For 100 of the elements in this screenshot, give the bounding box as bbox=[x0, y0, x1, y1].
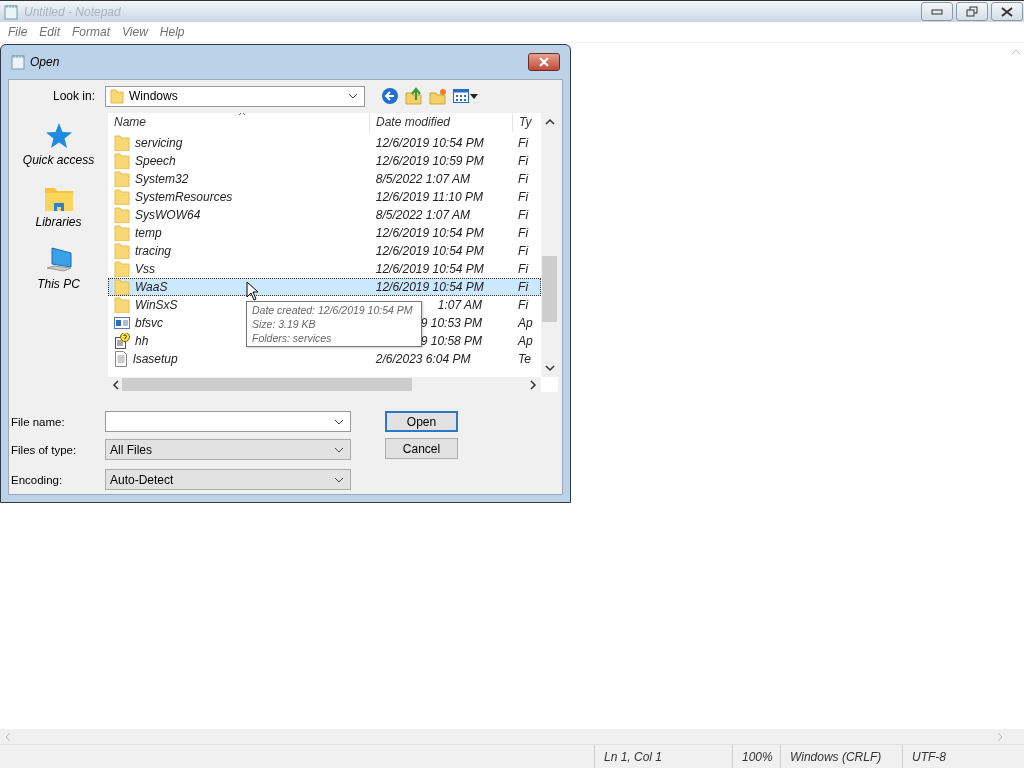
folder-icon bbox=[114, 153, 130, 169]
date-text: 12/6/2019 10:54 PM bbox=[375, 226, 484, 240]
horizontal-scrollbar[interactable] bbox=[0, 729, 1024, 744]
type-text: Fi bbox=[518, 262, 529, 276]
type-text: Fi bbox=[518, 208, 529, 222]
type-text: Fi bbox=[518, 226, 529, 240]
encoding-dropdown[interactable]: Auto-Detect bbox=[105, 469, 351, 490]
file-type-dropdown[interactable]: All Files bbox=[105, 439, 351, 460]
caret-icon bbox=[334, 418, 344, 425]
minimize-button[interactable] bbox=[921, 2, 953, 21]
folder-icon bbox=[114, 189, 130, 205]
folder-up-icon[interactable] bbox=[405, 87, 423, 105]
star-icon bbox=[43, 121, 74, 151]
scroll-thumb[interactable] bbox=[542, 256, 557, 322]
restore-icon bbox=[966, 5, 978, 18]
column-header[interactable]: Ty bbox=[513, 113, 541, 132]
file-name-field[interactable] bbox=[105, 411, 351, 432]
folder-icon bbox=[110, 88, 124, 104]
notepad-icon bbox=[4, 3, 18, 20]
tooltip-text: Folders: services bbox=[252, 332, 333, 344]
folder-icon bbox=[114, 207, 130, 223]
type-text: Fi bbox=[518, 244, 529, 258]
file-name: SystemResources bbox=[135, 190, 233, 204]
text-file-icon bbox=[114, 351, 128, 367]
file-name: Vss bbox=[135, 262, 155, 276]
file-type-label: Files of type: bbox=[11, 443, 78, 456]
folder-icon bbox=[114, 171, 130, 187]
tooltip-text: Size: 3.19 KB bbox=[252, 318, 317, 330]
type-text: Fi bbox=[518, 172, 529, 186]
file-name: hh bbox=[135, 334, 149, 348]
folder-icon bbox=[114, 135, 130, 151]
notepad-icon bbox=[11, 54, 25, 70]
back-icon[interactable] bbox=[381, 87, 399, 105]
type-text: Fi bbox=[518, 280, 529, 294]
date-text: 12/6/2019 10:54 PM bbox=[375, 244, 484, 258]
minimize-icon bbox=[931, 8, 943, 15]
dialog-button[interactable]: Open bbox=[385, 411, 458, 432]
type-text: Fi bbox=[518, 298, 529, 312]
tooltip-text: Date created: 12/6/2019 10:54 PM bbox=[252, 304, 414, 316]
file-name: Speech bbox=[135, 154, 176, 168]
menu-item[interactable]: View bbox=[116, 25, 154, 39]
menu-item[interactable]: Format bbox=[66, 25, 117, 39]
status-text: Ln 1, Col 1 bbox=[595, 745, 733, 768]
file-name: servicing bbox=[135, 136, 183, 150]
dialog-button[interactable]: Cancel bbox=[385, 438, 458, 459]
file-name: SysWOW64 bbox=[135, 208, 201, 222]
menu-item[interactable]: File bbox=[2, 25, 34, 39]
date-text: 12/6/2019 10:59 PM bbox=[375, 154, 484, 168]
look-in-label: Look in: bbox=[51, 89, 96, 103]
date-text: 1:07 AM bbox=[437, 298, 484, 312]
type-text: Ap bbox=[518, 334, 533, 348]
date-text: 12/6/2019 11:10 PM bbox=[375, 190, 483, 204]
place-item[interactable]: This PC bbox=[37, 245, 80, 291]
selected-file-row[interactable]: WaaS 12/6/2019 10:54 PM Fi bbox=[108, 278, 541, 296]
menu-item[interactable]: Help bbox=[153, 25, 191, 39]
type-text: Fi bbox=[518, 190, 529, 204]
close-button[interactable] bbox=[528, 53, 560, 71]
file-name: WaaS bbox=[135, 280, 168, 294]
view-menu-button[interactable] bbox=[453, 89, 478, 103]
file-name: bfsvc bbox=[135, 316, 163, 330]
file-name-label: File name: bbox=[11, 415, 66, 428]
file-name: tracing bbox=[135, 244, 172, 258]
look-in-dropdown[interactable]: Windows bbox=[105, 85, 365, 107]
help-file-icon bbox=[114, 333, 130, 349]
caret-icon bbox=[334, 476, 344, 483]
grid-icon bbox=[453, 89, 469, 103]
caret-icon bbox=[470, 93, 478, 99]
column-header[interactable]: Date modified bbox=[370, 113, 513, 132]
type-text: Fi bbox=[518, 154, 529, 168]
caret-icon bbox=[334, 446, 344, 453]
type-text: Te bbox=[518, 352, 531, 366]
scroll-thumb[interactable] bbox=[122, 378, 412, 391]
date-text: 8/5/2022 1:07 AM bbox=[375, 208, 471, 222]
date-text: 9 10:53 PM bbox=[420, 316, 484, 330]
folder-icon bbox=[114, 225, 130, 241]
folder-icon bbox=[114, 243, 130, 259]
encoding-label: Encoding: bbox=[11, 473, 64, 486]
close-icon bbox=[1001, 6, 1013, 17]
window-title: Untitled - Notepad bbox=[24, 4, 121, 19]
file-name: lsasetup bbox=[133, 352, 178, 366]
date-text: 12/6/2019 10:54 PM bbox=[375, 280, 484, 294]
file-name: temp bbox=[135, 226, 162, 240]
place-item[interactable]: Quick access bbox=[22, 121, 95, 167]
date-text: 2/6/2023 6:04 PM bbox=[375, 352, 471, 366]
close-button[interactable] bbox=[991, 2, 1023, 21]
new-folder-icon[interactable] bbox=[429, 87, 447, 105]
file-name: System32 bbox=[135, 172, 189, 186]
date-text: 8/5/2022 1:07 AM bbox=[375, 172, 471, 186]
date-text: 9 10:58 PM bbox=[420, 334, 484, 348]
place-item[interactable]: Libraries bbox=[35, 183, 82, 229]
type-text: Fi bbox=[518, 136, 529, 150]
close-icon bbox=[538, 57, 550, 67]
status-text: UTF-8 bbox=[911, 748, 947, 766]
horizontal-scrollbar[interactable] bbox=[108, 377, 541, 392]
menu-item[interactable]: Edit bbox=[33, 25, 67, 39]
status-text: 100% bbox=[733, 745, 781, 768]
file-name: WinSxS bbox=[135, 298, 178, 312]
column-header[interactable]: Name bbox=[108, 113, 370, 132]
status-text: Windows (CRLF) bbox=[781, 745, 903, 768]
folder-icon bbox=[114, 279, 130, 295]
